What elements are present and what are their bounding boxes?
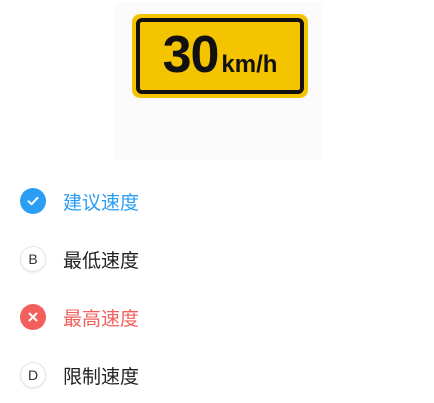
option-d-label: 限制速度 [63,365,140,388]
option-b-badge: B [20,246,46,272]
option-a-label: 建议速度 [63,191,140,214]
check-icon [20,188,46,214]
option-b[interactable]: B 最低速度 [20,244,139,274]
option-a[interactable]: 建议速度 [20,186,139,216]
option-c[interactable]: 最高速度 [20,302,139,332]
speed-sign-image: 30 km/h [132,14,308,98]
sign-unit: km/h [221,51,278,78]
option-d-badge: D [20,362,46,388]
cross-icon [20,304,46,330]
option-b-label: 最低速度 [63,249,140,272]
speed-sign-border: 30 km/h [136,18,304,94]
sign-number: 30 [162,26,220,84]
option-d[interactable]: D 限制速度 [20,360,139,390]
option-c-label: 最高速度 [63,307,140,330]
